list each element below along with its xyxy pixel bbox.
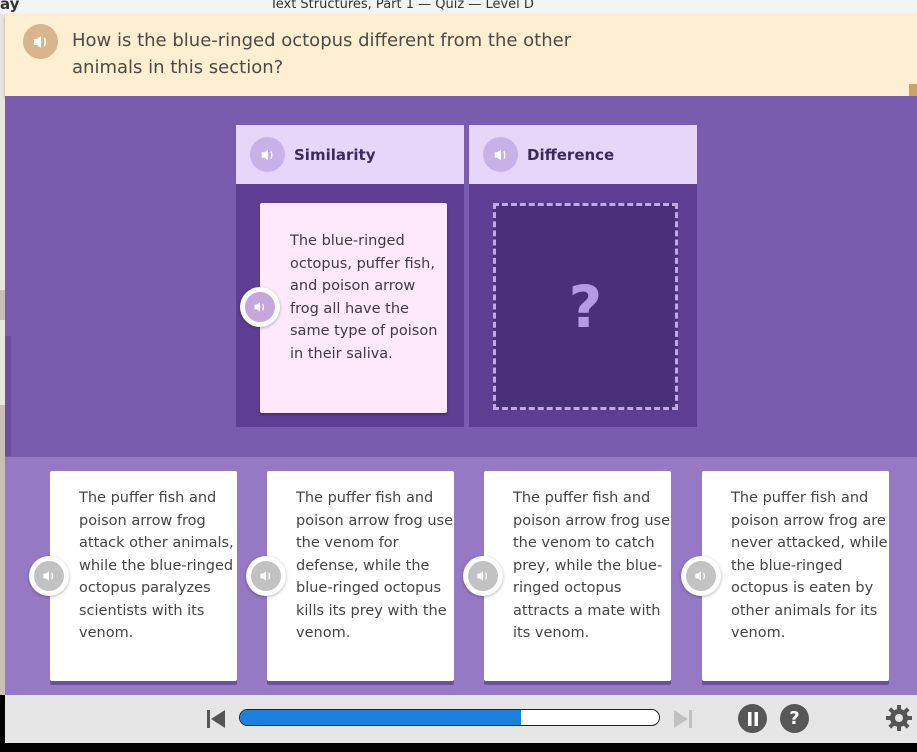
answer-card-text: The puffer fish and poison arrow frog ar… bbox=[731, 490, 888, 641]
placed-card-text: The blue-ringed octopus, puffer fish, an… bbox=[290, 233, 438, 362]
settings-button[interactable] bbox=[885, 704, 913, 732]
speaker-icon bbox=[494, 149, 505, 160]
pause-button[interactable] bbox=[738, 704, 767, 733]
speaker-icon bbox=[260, 571, 270, 581]
difference-speaker-button[interactable] bbox=[483, 137, 518, 172]
playback-control-bar: ? bbox=[5, 695, 917, 743]
skip-forward-icon bbox=[674, 710, 692, 728]
question-speaker-button[interactable] bbox=[23, 24, 58, 59]
background-window-text: ay bbox=[0, 0, 20, 13]
answer-card-text: The puffer fish and poison arrow frog us… bbox=[513, 490, 671, 641]
answer-2-speaker-button[interactable] bbox=[246, 556, 286, 596]
sorting-area-edge bbox=[5, 336, 11, 456]
speaker-icon bbox=[43, 571, 53, 581]
similarity-column: Similarity The blue-ringed octopus, puff… bbox=[236, 125, 464, 427]
speaker-icon bbox=[695, 571, 705, 581]
skip-back-icon bbox=[207, 710, 225, 728]
window-title-bar: ay Text Structures, Part 1 — Quiz — Leve… bbox=[0, 0, 917, 14]
skip-forward-button[interactable] bbox=[671, 707, 695, 731]
difference-header: Difference bbox=[469, 125, 697, 184]
speaker-icon bbox=[477, 571, 487, 581]
question-text: How is the blue-ringed octopus different… bbox=[72, 30, 572, 78]
similarity-label: Similarity bbox=[294, 145, 376, 164]
similarity-speaker-button[interactable] bbox=[250, 137, 285, 172]
answer-card-2[interactable]: The puffer fish and poison arrow frog us… bbox=[267, 471, 454, 681]
skip-back-button[interactable] bbox=[204, 707, 228, 731]
progress-fill bbox=[240, 710, 521, 725]
difference-drop-zone[interactable]: ? bbox=[493, 203, 678, 410]
window-title: Text Structures, Part 1 — Quiz — Level D bbox=[270, 0, 534, 12]
help-button[interactable]: ? bbox=[780, 704, 809, 733]
similarity-header: Similarity bbox=[236, 125, 464, 184]
answer-3-speaker-button[interactable] bbox=[463, 556, 503, 596]
answer-4-speaker-button[interactable] bbox=[681, 556, 721, 596]
placed-card-speaker-button[interactable] bbox=[240, 287, 280, 327]
help-icon: ? bbox=[780, 704, 809, 733]
speaker-icon bbox=[33, 35, 46, 48]
answer-card-text: The puffer fish and poison arrow frog us… bbox=[296, 490, 454, 641]
speaker-icon bbox=[261, 149, 272, 160]
settings-icon bbox=[886, 705, 912, 731]
question-bar: How is the blue-ringed octopus different… bbox=[5, 14, 917, 98]
progress-bar bbox=[239, 709, 660, 726]
answer-card-4[interactable]: The puffer fish and poison arrow frog ar… bbox=[702, 471, 889, 681]
placed-card[interactable]: The blue-ringed octopus, puffer fish, an… bbox=[260, 203, 447, 413]
answer-card-3[interactable]: The puffer fish and poison arrow frog us… bbox=[484, 471, 671, 681]
pause-icon bbox=[738, 704, 767, 733]
speaker-icon bbox=[254, 302, 264, 312]
difference-label: Difference bbox=[527, 145, 615, 164]
answer-1-speaker-button[interactable] bbox=[29, 556, 69, 596]
answer-card-1[interactable]: The puffer fish and poison arrow frog at… bbox=[50, 471, 237, 681]
question-mark-icon: ? bbox=[568, 272, 603, 341]
difference-column: Difference ? bbox=[469, 125, 697, 427]
answer-card-text: The puffer fish and poison arrow frog at… bbox=[79, 490, 234, 641]
quiz-app: How is the blue-ringed octopus different… bbox=[5, 14, 917, 695]
